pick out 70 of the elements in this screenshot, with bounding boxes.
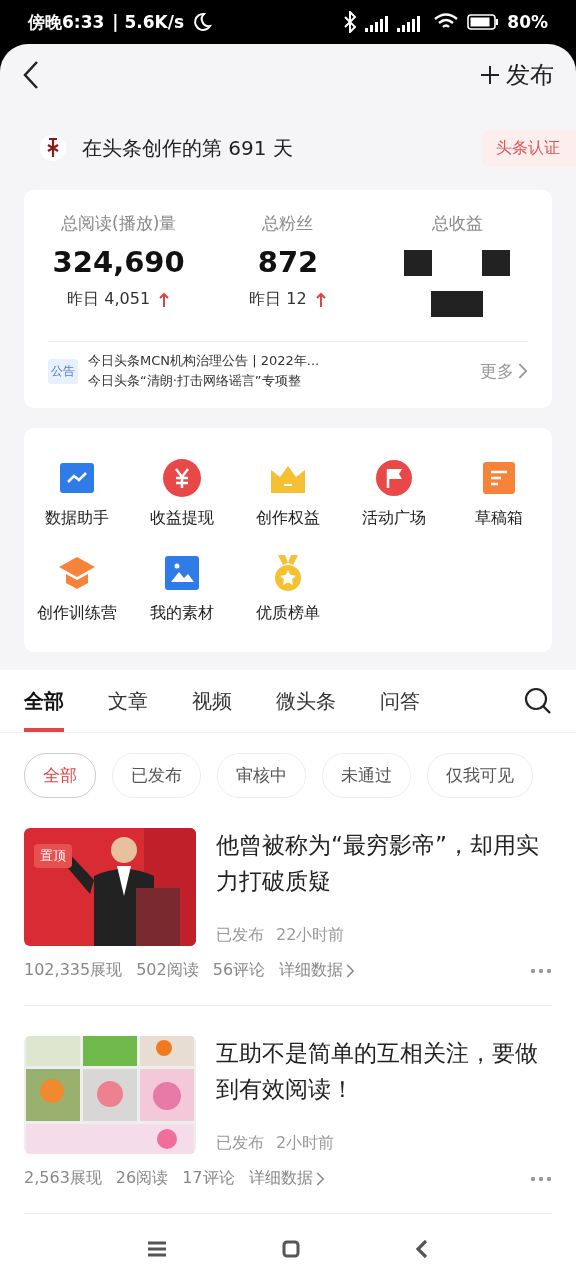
stat-value: 324,690	[52, 245, 185, 279]
details-link[interactable]: 详细数据	[279, 960, 355, 981]
article-stat: 17评论	[182, 1168, 235, 1189]
tool-shortcut[interactable]: 数据助手	[24, 458, 130, 529]
article-title[interactable]: 互助不是简单的互相关注，要做到有效阅读！	[216, 1036, 552, 1108]
creation-days: 在头条创作的第 691 天	[82, 134, 293, 162]
tool-shortcut[interactable]: 优质榜单	[235, 553, 341, 624]
stat-yesterday: 昨日 12	[249, 289, 307, 310]
tool-shortcut[interactable]: 创作训练营	[24, 553, 130, 624]
up-arrow-icon	[314, 291, 327, 308]
filter-chip[interactable]: 全部	[24, 753, 96, 798]
network-speed: | 5.6K/s	[112, 12, 185, 32]
content-tab[interactable]: 全部	[24, 670, 64, 732]
publish-status: 已发布	[216, 925, 264, 946]
notice-text[interactable]: 今日头条MCN机构治理公告 | 2022年...	[88, 352, 471, 370]
stat-label: 总阅读(播放)量	[61, 212, 177, 235]
content-tab[interactable]: 问答	[380, 670, 420, 732]
home-button[interactable]	[282, 1240, 300, 1258]
certification-badge: 头条认证	[482, 129, 576, 167]
article-stat: 102,335展现	[24, 960, 123, 981]
article-stat: 502阅读	[136, 960, 199, 981]
filter-chip[interactable]: 仅我可见	[427, 753, 533, 798]
yuan-icon	[162, 458, 203, 498]
article-stat: 56评论	[212, 960, 266, 981]
search-button[interactable]	[524, 687, 552, 715]
flag-icon	[373, 458, 414, 498]
pinned-tag: 置顶	[34, 844, 72, 868]
filter-chip[interactable]: 未通过	[322, 753, 411, 798]
moon-icon	[192, 12, 213, 32]
article-title[interactable]: 他曾被称为“最穷影帝”，却用实力打破质疑	[216, 828, 552, 900]
back-button[interactable]	[22, 60, 40, 90]
publish-time: 2小时前	[276, 1133, 335, 1154]
up-arrow-icon	[158, 291, 171, 308]
back-nav-button[interactable]	[414, 1239, 429, 1259]
menu-button[interactable]	[147, 1240, 168, 1258]
filter-chip[interactable]: 审核中	[217, 753, 306, 798]
tool-shortcut[interactable]: 活动广场	[340, 458, 447, 529]
redaction-block	[482, 250, 511, 276]
publish-status: 已发布	[216, 1133, 264, 1154]
stat-value: 872	[257, 245, 319, 279]
stat-yesterday: 昨日 4,051	[67, 289, 151, 310]
notice-text[interactable]: 今日头条“清朗·打击网络谣言”专项整	[88, 372, 471, 390]
article-stat: 26阅读	[115, 1168, 169, 1189]
notice-badge: 公告	[48, 358, 78, 384]
avatar	[40, 133, 66, 163]
content-tab[interactable]: 微头条	[276, 670, 336, 732]
content-tab[interactable]: 视频	[192, 670, 232, 732]
details-link[interactable]: 详细数据	[248, 1168, 324, 1189]
stat-label: 总粉丝	[262, 212, 314, 235]
tool-shortcut[interactable]: 草稿箱	[446, 458, 552, 529]
status-time: 傍晚6:33	[28, 10, 105, 34]
more-options-icon[interactable]	[530, 1175, 552, 1182]
chevron-right-icon	[346, 963, 355, 978]
plus-icon	[480, 65, 500, 85]
tool-shortcut[interactable]: 创作权益	[235, 458, 341, 529]
publish-time: 22小时前	[276, 925, 345, 946]
tool-shortcut[interactable]: 收益提现	[129, 458, 236, 529]
content-tab[interactable]: 文章	[108, 670, 148, 732]
redaction-block	[431, 291, 484, 317]
filter-chip[interactable]: 已发布	[112, 753, 201, 798]
battery-icon	[467, 13, 500, 31]
chevron-right-icon	[315, 1171, 324, 1186]
publish-button[interactable]: 发布	[480, 59, 554, 91]
more-options-icon[interactable]	[530, 967, 552, 974]
tool-shortcut[interactable]: 我的素材	[129, 553, 236, 624]
battery-level: 80%	[507, 12, 548, 32]
article-stat: 2,563展现	[24, 1168, 102, 1189]
chevron-right-icon	[518, 363, 528, 379]
stat-label: 总收益	[431, 212, 483, 235]
bluetooth-icon	[343, 11, 358, 33]
